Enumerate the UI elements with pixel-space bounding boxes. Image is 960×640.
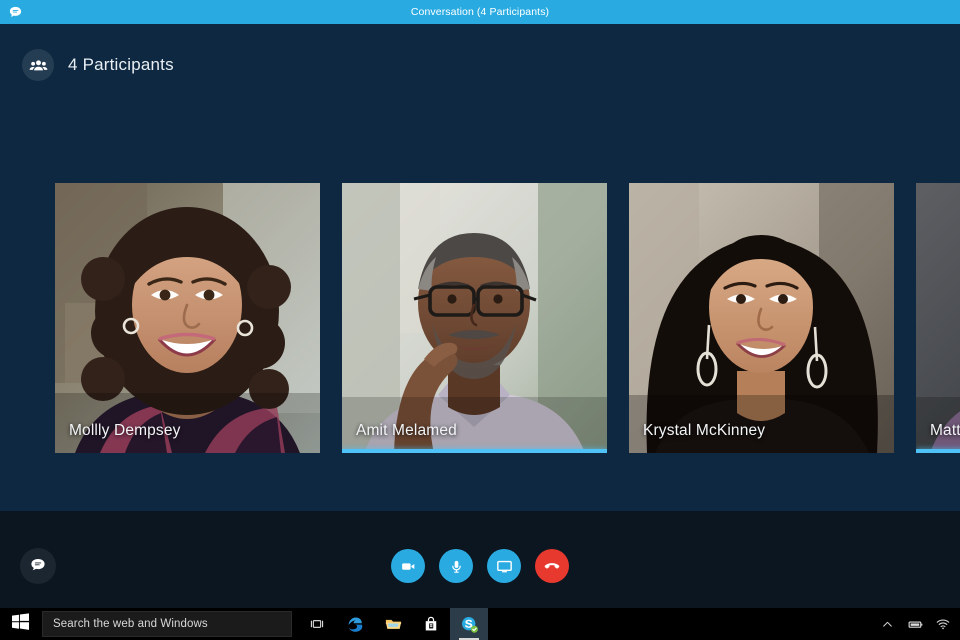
hang-up-phone-icon	[544, 563, 560, 569]
participant-name: Matthew To	[930, 422, 960, 439]
participant-name: Mollly Dempsey	[69, 422, 181, 439]
microphone-icon	[451, 560, 461, 573]
windows-taskbar: Search the web and Windows	[0, 608, 960, 640]
search-input[interactable]: Search the web and Windows	[42, 611, 292, 637]
taskbar-items	[298, 608, 488, 640]
edge-browser-icon	[348, 617, 362, 632]
video-tile[interactable]: Mollly Dempsey	[55, 183, 320, 453]
skype-video-call-window: Conversation (4 Participants) 4 Particip…	[0, 0, 960, 640]
share-screen-button[interactable]	[487, 549, 521, 583]
participant-video-feed	[55, 183, 320, 453]
video-camera-icon	[401, 562, 414, 570]
store-button[interactable]	[412, 608, 450, 640]
edge-browser-button[interactable]	[336, 608, 374, 640]
window-title: Conversation (4 Participants)	[410, 6, 550, 18]
task-view-button[interactable]	[298, 608, 336, 640]
monitor-icon	[496, 560, 512, 572]
participant-name: Krystal McKinney	[643, 422, 766, 439]
video-tile[interactable]: Amit Melamed	[342, 183, 607, 453]
chevron-up-icon	[882, 621, 892, 627]
video-tile[interactable]: Krystal McKinney	[629, 183, 894, 453]
participants-header[interactable]: 4 Participants	[22, 49, 174, 81]
skype-icon	[461, 616, 478, 633]
wifi-icon	[936, 619, 950, 630]
task-view-icon	[310, 620, 324, 628]
chat-bubble-icon	[6, 3, 24, 21]
window-titlebar: Conversation (4 Participants)	[0, 0, 960, 24]
participants-count-label: 4 Participants	[68, 55, 174, 74]
call-control-bar	[0, 511, 960, 608]
end-call-button[interactable]	[535, 549, 569, 583]
participant-video-feed	[342, 183, 607, 453]
video-tile-strip: Mollly Dempsey Amit Melamed Krystal McKi…	[55, 183, 960, 453]
folder-icon	[385, 619, 401, 629]
shopping-bag-icon	[425, 616, 437, 631]
participant-video-feed	[629, 183, 894, 453]
call-action-buttons	[0, 549, 960, 583]
network-button[interactable]	[930, 608, 956, 640]
battery-button[interactable]	[902, 608, 928, 640]
active-speaker-indicator	[342, 449, 607, 453]
active-speaker-indicator	[916, 449, 960, 453]
conversation-stage: 4 Participants Mollly Dempsey Amit Melam…	[0, 24, 960, 511]
search-placeholder: Search the web and Windows	[53, 618, 208, 630]
windows-logo-icon	[11, 613, 29, 635]
video-camera-button[interactable]	[391, 549, 425, 583]
people-group-icon	[22, 49, 54, 81]
file-explorer-button[interactable]	[374, 608, 412, 640]
show-hidden-icons-button[interactable]	[874, 608, 900, 640]
microphone-button[interactable]	[439, 549, 473, 583]
video-tile[interactable]: Matthew To	[916, 183, 960, 453]
participant-name: Amit Melamed	[356, 422, 457, 439]
skype-button[interactable]	[450, 608, 488, 640]
start-button[interactable]	[0, 608, 40, 640]
battery-icon	[908, 621, 922, 628]
participant-video-feed	[916, 183, 960, 453]
system-tray	[874, 608, 960, 640]
